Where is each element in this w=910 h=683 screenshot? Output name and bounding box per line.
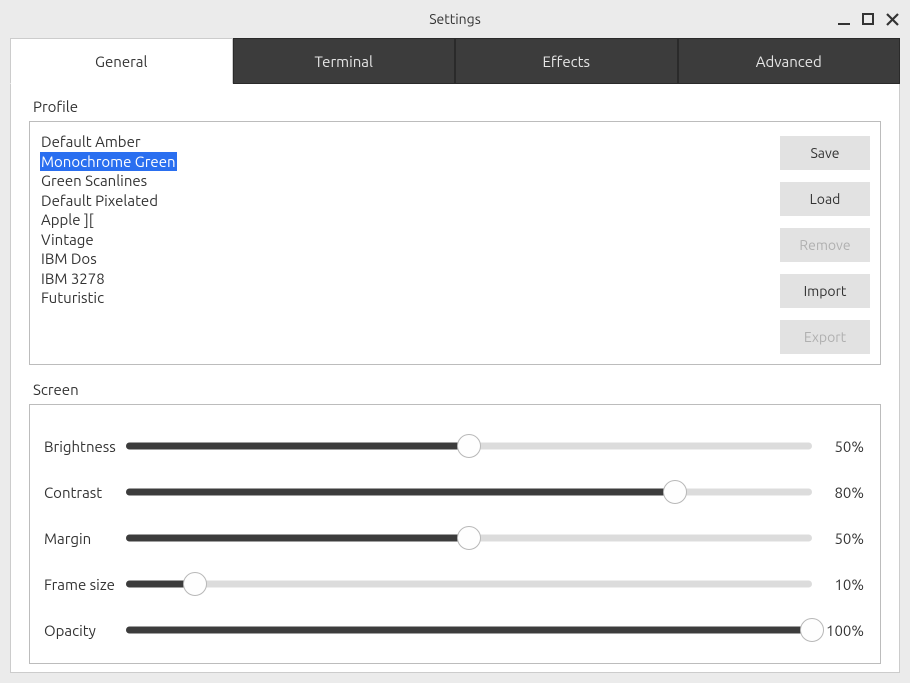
profile-buttons: Save Load Remove Import Export	[780, 128, 870, 354]
slider-track-fill	[126, 443, 469, 450]
profile-item[interactable]: Apple ][	[40, 210, 94, 230]
slider-value: 10%	[812, 576, 866, 593]
slider-value: 50%	[812, 438, 866, 455]
profile-item[interactable]: Default Pixelated	[40, 191, 159, 211]
load-button[interactable]: Load	[780, 182, 870, 216]
slider[interactable]	[126, 618, 812, 642]
slider[interactable]	[126, 572, 812, 596]
slider-thumb[interactable]	[800, 618, 824, 642]
slider-thumb[interactable]	[457, 526, 481, 550]
slider-label: Contrast	[44, 484, 126, 501]
slider[interactable]	[126, 434, 812, 458]
close-icon[interactable]	[884, 11, 900, 27]
main-container: GeneralTerminalEffectsAdvanced Profile D…	[10, 38, 900, 673]
profile-box: Default AmberMonochrome GreenGreen Scanl…	[29, 121, 881, 365]
profile-item[interactable]: Monochrome Green	[40, 152, 177, 172]
screen-section-label: Screen	[29, 381, 881, 398]
slider-track-fill	[126, 627, 812, 634]
tab-bar: GeneralTerminalEffectsAdvanced	[10, 38, 900, 84]
export-button: Export	[780, 320, 870, 354]
slider-label: Brightness	[44, 438, 126, 455]
tab-general[interactable]: General	[10, 38, 233, 84]
profile-item[interactable]: IBM 3278	[40, 269, 106, 289]
slider-thumb[interactable]	[457, 434, 481, 458]
slider-label: Opacity	[44, 622, 126, 639]
profile-item[interactable]: Default Amber	[40, 132, 142, 152]
slider-track-fill	[126, 535, 469, 542]
tab-advanced[interactable]: Advanced	[678, 38, 901, 84]
profile-item[interactable]: IBM Dos	[40, 249, 98, 269]
remove-button: Remove	[780, 228, 870, 262]
slider[interactable]	[126, 480, 812, 504]
slider-value: 80%	[812, 484, 866, 501]
screen-box: Brightness 50% Contrast 80% Margin 50% Frame s…	[29, 404, 881, 664]
slider-label: Margin	[44, 530, 126, 547]
slider-row: Brightness 50%	[44, 423, 866, 469]
slider-row: Opacity100%	[44, 607, 866, 653]
tab-terminal[interactable]: Terminal	[233, 38, 456, 84]
slider[interactable]	[126, 526, 812, 550]
slider-row: Frame size 10%	[44, 561, 866, 607]
profile-item[interactable]: Vintage	[40, 230, 95, 250]
profile-section-label: Profile	[29, 98, 881, 115]
tab-effects[interactable]: Effects	[455, 38, 678, 84]
slider-row: Margin 50%	[44, 515, 866, 561]
slider-track-bg	[126, 581, 812, 588]
profile-list[interactable]: Default AmberMonochrome GreenGreen Scanl…	[40, 128, 770, 354]
window-title: Settings	[429, 11, 481, 27]
content-general: Profile Default AmberMonochrome GreenGre…	[10, 84, 900, 673]
profile-item[interactable]: Green Scanlines	[40, 171, 148, 191]
profile-item[interactable]: Futuristic	[40, 288, 105, 308]
slider-label: Frame size	[44, 576, 126, 593]
slider-value: 50%	[812, 530, 866, 547]
save-button[interactable]: Save	[780, 136, 870, 170]
window-controls	[836, 0, 900, 38]
slider-track-fill	[126, 489, 675, 496]
maximize-icon[interactable]	[860, 11, 876, 27]
slider-thumb[interactable]	[183, 572, 207, 596]
minimize-icon[interactable]	[836, 11, 852, 27]
import-button[interactable]: Import	[780, 274, 870, 308]
slider-row: Contrast 80%	[44, 469, 866, 515]
slider-thumb[interactable]	[663, 480, 687, 504]
titlebar: Settings	[0, 0, 910, 38]
